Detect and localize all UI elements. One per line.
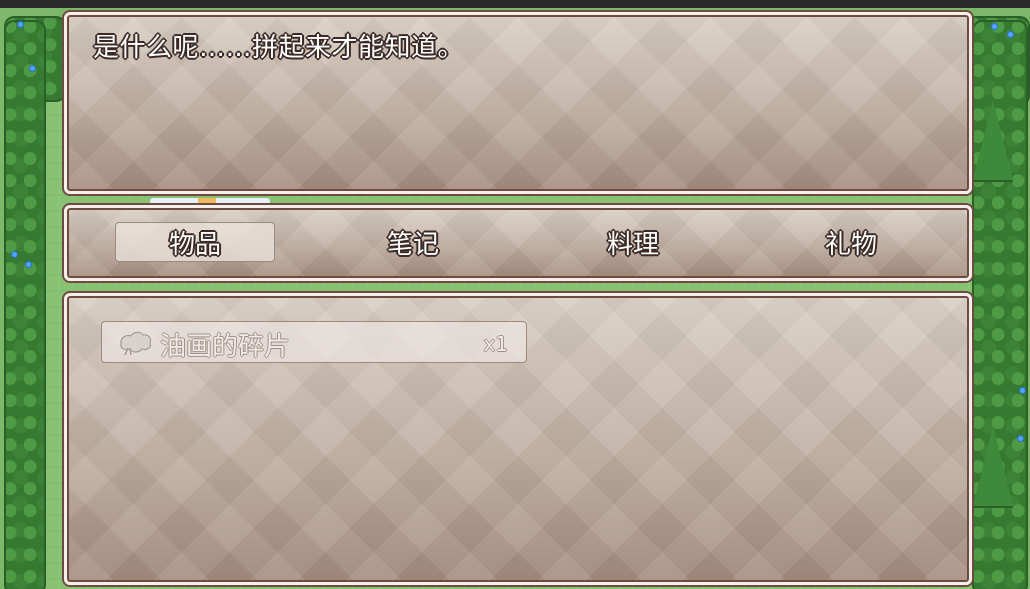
tree: [973, 100, 1013, 180]
tree: [973, 426, 1013, 506]
tab-gifts[interactable]: 礼物: [771, 222, 931, 262]
flower-decoration: [18, 22, 23, 27]
flower-decoration: [1018, 436, 1023, 441]
tab-items[interactable]: 物品: [115, 222, 275, 262]
flower-decoration: [1020, 388, 1025, 393]
game-screen: 是什么呢……拼起来才能知道。 物品 笔记 料理 礼物 油画的碎片 x1: [0, 0, 1030, 589]
flower-decoration: [26, 262, 31, 267]
flower-decoration: [12, 252, 17, 257]
item-name: 油画的碎片: [160, 332, 291, 362]
flower-decoration: [1008, 32, 1013, 37]
flower-decoration: [992, 24, 997, 29]
message-text: 是什么呢……拼起来才能知道。: [93, 33, 465, 63]
flower-decoration: [30, 66, 35, 71]
item-count: x1: [483, 332, 508, 356]
tab-cooking[interactable]: 料理: [553, 222, 713, 262]
list-item[interactable]: 油画的碎片 x1: [101, 321, 527, 363]
tab-notes[interactable]: 笔记: [333, 222, 493, 262]
painting-fragment-icon: [118, 330, 154, 356]
message-window: 是什么呢……拼起来才能知道。: [64, 12, 972, 194]
hedge-left: [4, 20, 46, 589]
item-list-window: 油画的碎片 x1: [64, 293, 972, 585]
category-tab-bar: 物品 笔记 料理 礼物: [64, 205, 972, 281]
